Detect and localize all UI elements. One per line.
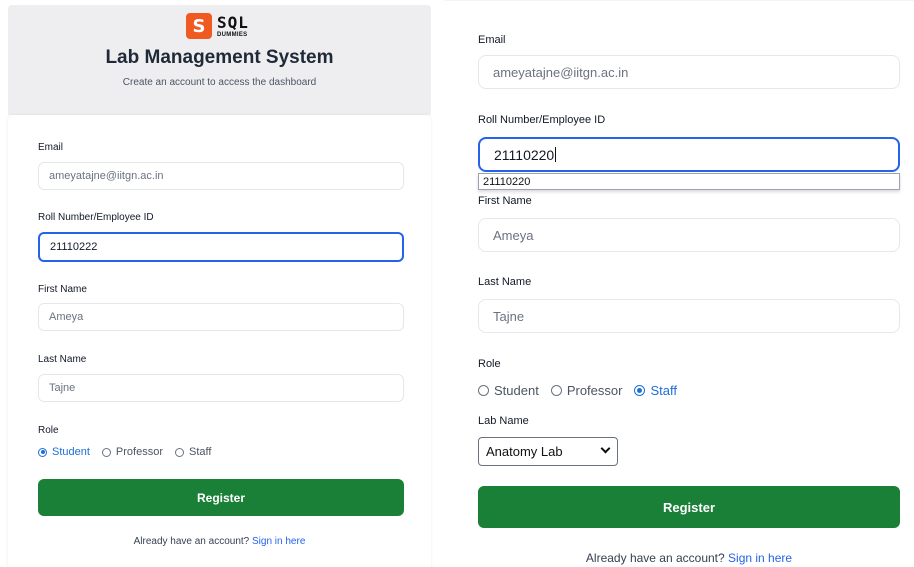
role-option-professor[interactable]: Professor (101, 446, 163, 458)
register-button[interactable]: Register (478, 486, 900, 528)
register-button[interactable]: Register (38, 479, 404, 516)
signin-footer: Already have an account? Sign in here (8, 536, 431, 547)
first-name-label: First Name (38, 284, 87, 295)
role-radio-group: Student Professor Staff (38, 446, 223, 458)
last-name-label: Last Name (38, 354, 87, 365)
last-name-input[interactable]: Tajne (38, 374, 404, 402)
chevron-down-icon (600, 443, 611, 454)
role-option-staff[interactable]: Staff (634, 383, 677, 398)
page-title: Lab Management System (105, 47, 334, 68)
roll-number-input[interactable]: 21110220 (478, 137, 900, 172)
register-page-right: Email ameyatajne@iitgn.ac.in Roll Number… (444, 0, 914, 567)
email-input[interactable]: ameyatajne@iitgn.ac.in (478, 55, 900, 89)
first-name-input[interactable]: Ameya (38, 303, 404, 331)
last-name-label: Last Name (478, 276, 532, 288)
radio-icon (175, 447, 184, 457)
email-label: Email (478, 34, 506, 46)
logo-badge: S (186, 13, 212, 39)
role-option-professor[interactable]: Professor (550, 383, 623, 398)
first-name-label: First Name (478, 195, 532, 207)
roll-number-input[interactable]: 21110222 (38, 232, 404, 262)
role-option-label: Professor (566, 383, 623, 398)
page-subtitle: Create an account to access the dashboar… (122, 77, 317, 88)
sql-dummies-logo: S SQL DUMMIES (186, 12, 249, 40)
footer-text: Already have an account? (133, 536, 250, 547)
radio-selected-icon (38, 447, 47, 457)
email-input[interactable]: ameyatajne@iitgn.ac.in (38, 162, 404, 190)
role-label: Role (478, 358, 501, 370)
role-option-staff[interactable]: Staff (175, 446, 211, 458)
first-name-input[interactable]: Ameya (478, 218, 900, 252)
screenshot-stage: S SQL DUMMIES Lab Management System Crea… (0, 0, 914, 567)
signin-link[interactable]: Sign in here (728, 551, 792, 565)
header: S SQL DUMMIES Lab Management System Crea… (8, 5, 431, 115)
role-option-label: Staff (650, 383, 677, 398)
lab-name-select[interactable]: Anatomy Lab (478, 437, 618, 466)
logo-text: SQL DUMMIES (217, 12, 249, 38)
logo-tagline: DUMMIES (217, 31, 248, 38)
radio-icon (101, 447, 111, 457)
role-label: Role (38, 425, 59, 436)
role-option-label: Student (52, 446, 90, 458)
autocomplete-suggestion[interactable]: 21110220 (478, 173, 900, 190)
footer-text: Already have an account? (585, 551, 725, 565)
roll-number-label: Roll Number/Employee ID (38, 212, 154, 223)
radio-icon (550, 385, 562, 396)
role-option-label: Student (494, 383, 539, 398)
lab-name-label: Lab Name (478, 415, 529, 427)
roll-number-value: 21110220 (494, 146, 555, 163)
role-radio-group: Student Professor Staff (478, 383, 689, 398)
roll-number-label: Roll Number/Employee ID (478, 114, 606, 126)
email-label: Email (38, 142, 64, 153)
last-name-input[interactable]: Tajne (478, 299, 900, 333)
logo-brand: SQL (217, 12, 249, 32)
radio-selected-icon (634, 385, 646, 396)
signin-link[interactable]: Sign in here (252, 536, 305, 547)
text-caret (555, 147, 557, 162)
panel-divider (437, 0, 444, 567)
role-option-label: Staff (189, 446, 212, 458)
role-option-student[interactable]: Student (38, 446, 90, 458)
top-divider (444, 0, 914, 1)
register-page-left: S SQL DUMMIES Lab Management System Crea… (0, 0, 437, 567)
register-form-card: Email ameyatajne@iitgn.ac.in Roll Number… (8, 115, 431, 567)
role-option-student[interactable]: Student (478, 383, 539, 398)
lab-name-value: Anatomy Lab (486, 444, 563, 459)
radio-icon (478, 385, 489, 396)
role-option-label: Professor (115, 446, 163, 458)
signin-footer: Already have an account? Sign in here (444, 551, 914, 565)
